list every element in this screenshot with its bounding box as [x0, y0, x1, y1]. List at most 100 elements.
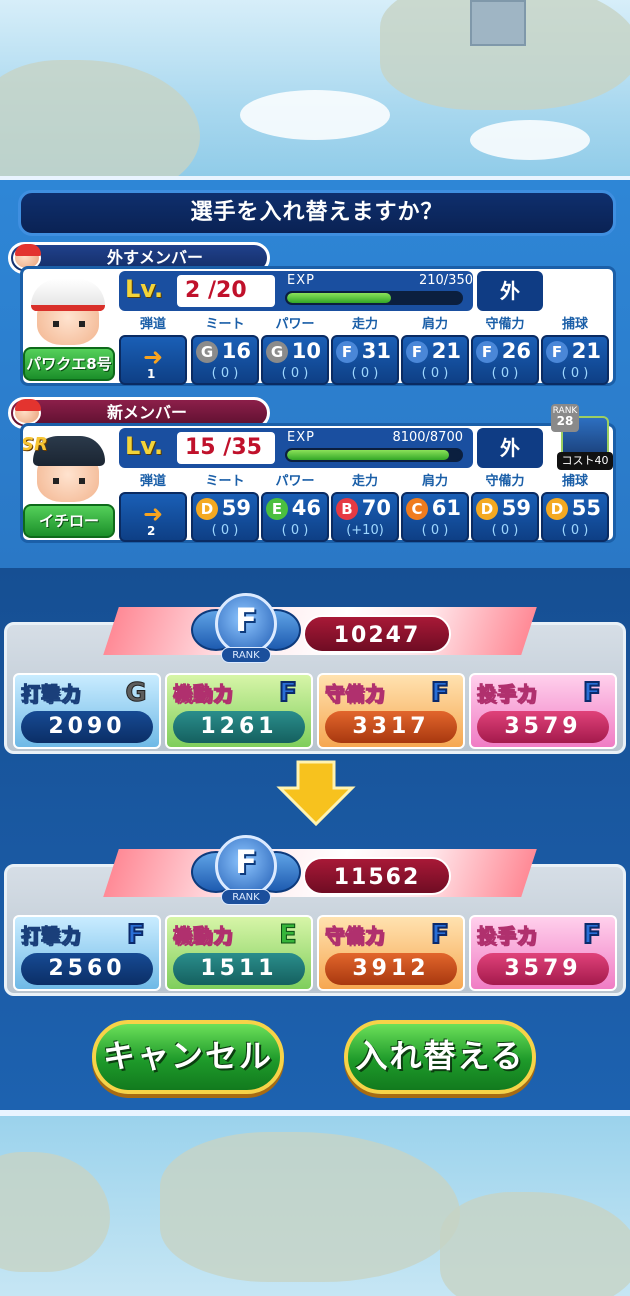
stat-value: 59	[501, 496, 531, 520]
trajectory-box: ➜ 2	[119, 492, 187, 542]
rank-emblem: F RANK	[191, 829, 301, 919]
stat-value: 16	[221, 339, 251, 363]
out-member-name: パワクエ8号	[23, 347, 115, 381]
stat-box: D 59 ( 0 )	[191, 492, 259, 542]
stat-grade: B	[336, 498, 358, 520]
rank-emblem: F RANK	[191, 587, 301, 677]
stat-grade: G	[266, 341, 288, 363]
stat-header: パワー	[275, 317, 315, 332]
background-map-top	[0, 0, 630, 180]
stat-bonus: ( 0 )	[211, 523, 239, 538]
stat-bonus: ( 0 )	[421, 523, 449, 538]
stat-header-trajectory: 弾道	[139, 317, 166, 332]
category-value: 1261	[173, 711, 305, 743]
stat-box: E 46 ( 0 )	[261, 492, 329, 542]
stat-box: D 59 ( 0 )	[471, 492, 539, 542]
background-map-bottom	[0, 1112, 630, 1296]
stat-header: 捕球	[561, 474, 588, 489]
team-category: 機動力 F 1261	[165, 673, 313, 749]
category-name: 守備力	[324, 683, 386, 706]
stat-box: B 70 (+10)	[331, 492, 399, 542]
stat-box: F 21 ( 0 )	[401, 335, 469, 385]
stat-grade: G	[196, 341, 218, 363]
out-member-tag-label: 外すメンバー	[107, 248, 204, 267]
category-name: 打撃力	[20, 925, 82, 948]
stat-header: 守備力	[485, 474, 525, 489]
category-name: 投手力	[476, 925, 538, 948]
team-total-after: 11562	[303, 857, 451, 895]
category-grade: F	[278, 677, 298, 709]
team-category: 機動力 E 1511	[165, 915, 313, 991]
lv-label: Lv.	[125, 432, 164, 460]
trajectory-arrow-icon: ➜	[143, 500, 164, 528]
stat-grade: D	[476, 498, 498, 520]
trajectory-arrow-icon: ➜	[143, 343, 164, 371]
rank-badge: RANK 28	[551, 404, 579, 432]
stat-value: 59	[221, 496, 251, 520]
category-value: 3912	[325, 953, 457, 985]
rank-grade: F	[235, 601, 257, 639]
category-grade: G	[125, 678, 147, 709]
stat-bonus: ( 0 )	[281, 523, 309, 538]
cost-label: コスト40	[557, 452, 613, 470]
category-value: 2560	[21, 953, 153, 985]
stat-value: 55	[571, 496, 601, 520]
stat-value: 46	[291, 496, 321, 520]
category-grade: F	[430, 677, 450, 709]
stat-grade: F	[406, 341, 428, 363]
team-after-panel: F RANK 11562 打撃力 F 2560 機動力 E 1511 守備力 F 3912 投手力…	[4, 835, 626, 996]
category-grade: F	[430, 919, 450, 951]
stat-header-trajectory: 弾道	[139, 474, 166, 489]
out-member-level-bar: Lv. 2 /20 EXP 210/350	[119, 271, 473, 311]
stat-box: F 21 ( 0 )	[541, 335, 609, 385]
team-category: 守備力 F 3912	[317, 915, 465, 991]
team-before-panel: F RANK 10247 打撃力 G 2090 機動力 F 1261 守備力 F 3317 投手力…	[4, 593, 626, 754]
stat-header: 肩力	[421, 317, 448, 332]
category-value: 3579	[477, 953, 609, 985]
stat-grade: E	[266, 498, 288, 520]
stat-box: F 31 ( 0 )	[331, 335, 399, 385]
rank-label: RANK	[221, 889, 271, 905]
stat-grade: C	[406, 498, 428, 520]
category-name: 機動力	[172, 683, 234, 706]
new-member-level-bar: Lv. 15 /35 EXP 8100/8700	[119, 428, 473, 468]
category-value: 1511	[173, 953, 305, 985]
new-member-stats: 弾道 ➜ 2 ミート D 59( 0 ) パワー E 46( 0 ) 走力 B 70 (+10) 肩力 C 6…	[119, 470, 615, 542]
stat-value: 10	[291, 339, 321, 363]
new-member-row[interactable]: SR イチロー Lv. 15 /35 EXP 8100/8700 外 RANK 2…	[20, 404, 616, 543]
stat-bonus: ( 0 )	[281, 366, 309, 381]
category-name: 守備力	[324, 925, 386, 948]
stat-grade: F	[336, 341, 358, 363]
stat-value: 61	[431, 496, 461, 520]
stat-bonus: ( 0 )	[351, 366, 379, 381]
new-member-name: イチロー	[23, 504, 115, 538]
stat-grade: D	[196, 498, 218, 520]
stat-box: D 55 ( 0 )	[541, 492, 609, 542]
out-member-stats: 弾道 ➜ 1 ミート G 16( 0 ) パワー G 10( 0 ) 走力 F 31( 0 ) 肩力 F 2…	[119, 313, 615, 385]
new-member-avatar: SR	[23, 432, 115, 504]
rank-grade: F	[235, 843, 257, 881]
stat-box: F 26 ( 0 )	[471, 335, 539, 385]
exp-label: EXP	[287, 273, 315, 288]
cancel-button[interactable]: キャンセル	[92, 1020, 284, 1094]
stat-header: パワー	[275, 474, 315, 489]
stat-header: ミート	[205, 474, 245, 489]
stat-grade: F	[546, 341, 568, 363]
stat-header: 肩力	[421, 474, 448, 489]
stat-header: ミート	[205, 317, 245, 332]
stat-box: G 16 ( 0 )	[191, 335, 259, 385]
team-category: 打撃力 G 2090	[13, 673, 161, 749]
trajectory-value: 1	[147, 367, 156, 381]
stat-header: 捕球	[561, 317, 588, 332]
category-grade: F	[582, 919, 602, 951]
out-member-avatar	[23, 275, 115, 347]
category-name: 打撃力	[20, 683, 82, 706]
swap-dialog: 選手を入れ替えますか？ 外すメンバー パワクエ8号 Lv. 2 /20 EXP …	[0, 176, 630, 1116]
out-member-row[interactable]: パワクエ8号 Lv. 2 /20 EXP 210/350 外 弾道 ➜ 1 ミート G 1…	[20, 266, 616, 386]
team-total-before: 10247	[303, 615, 451, 653]
stat-value: 26	[501, 339, 531, 363]
confirm-swap-button[interactable]: 入れ替える	[344, 1020, 536, 1094]
stat-header: 守備力	[485, 317, 525, 332]
category-grade: F	[126, 919, 146, 951]
new-member-rank-card[interactable]: RANK 28 コスト40	[551, 404, 613, 470]
